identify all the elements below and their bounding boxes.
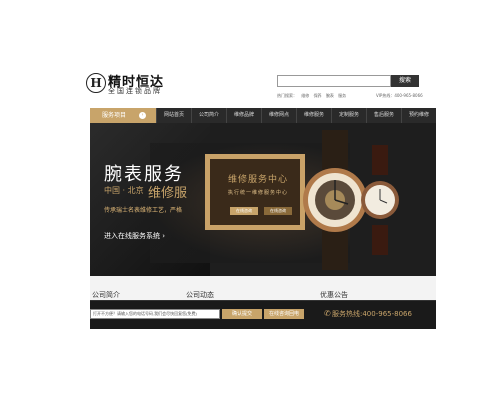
watch-image-small — [361, 145, 399, 255]
vip-hotline: VIP热线：400-965-8066 — [376, 93, 423, 98]
news-heading[interactable]: 公司动态 — [186, 290, 214, 300]
about-heading[interactable]: 公司简介 — [92, 290, 120, 300]
phone-input[interactable] — [90, 309, 220, 319]
nav-item-repair[interactable]: 维修服务 — [296, 108, 331, 123]
consult-button[interactable]: 在线咨询 — [230, 207, 258, 215]
nav-item-aftersales[interactable]: 售后服务 — [366, 108, 401, 123]
banner-tagline: 传承瑞士名表维修工艺，严格 — [104, 207, 183, 214]
hot-link[interactable]: 保养 — [314, 93, 322, 98]
logo-subtitle: 全国连锁品牌 — [108, 87, 162, 95]
chevron-right-icon: › — [139, 112, 146, 119]
hot-link[interactable]: 腕表 — [326, 93, 334, 98]
hot-link[interactable]: 服务 — [338, 93, 346, 98]
search-bar: 搜索 — [277, 75, 419, 87]
nav-items: 网站首页 公司简介 维修品牌 维修网点 维修服务 定制服务 售后服务 预约维修 — [156, 108, 436, 123]
site-logo[interactable]: H 精时恒达 全国连锁品牌 — [86, 71, 186, 99]
nav-item-brands[interactable]: 维修品牌 — [226, 108, 261, 123]
search-button[interactable]: 搜索 — [391, 75, 419, 87]
nav-item-outlets[interactable]: 维修网点 — [261, 108, 296, 123]
services-label: 服务项目 — [102, 112, 127, 119]
notice-heading[interactable]: 优惠公告 — [320, 290, 348, 300]
search-input[interactable] — [277, 75, 391, 87]
nav-item-home[interactable]: 网站首页 — [156, 108, 191, 123]
submit-button[interactable]: 确认提交 — [222, 309, 262, 319]
hot-links: 热门搜索： 维修 保养 腕表 服务 — [277, 93, 349, 99]
services-menu-button[interactable]: 服务项目 › — [90, 108, 156, 123]
service-center-title: 维修服务中心 — [228, 175, 289, 185]
hot-link: 热门搜索： — [277, 93, 297, 98]
hot-link[interactable]: 维修 — [301, 93, 309, 98]
nav-item-booking[interactable]: 预约维修 — [401, 108, 436, 123]
callback-button[interactable]: 在线咨询回电 — [264, 309, 304, 319]
logo-mark-icon: H — [86, 73, 106, 93]
main-nav: 服务项目 › 网站首页 公司简介 维修品牌 维修网点 维修服务 定制服务 售后服… — [90, 108, 436, 123]
phone-icon: ✆ — [324, 309, 331, 318]
consult-button-secondary[interactable]: 在线咨询 — [264, 207, 292, 215]
banner-city: 中国 · 北京 — [104, 186, 144, 195]
nav-item-custom[interactable]: 定制服务 — [331, 108, 366, 123]
online-service-link[interactable]: 进入在线服务系统 › — [104, 231, 165, 241]
nav-item-about[interactable]: 公司简介 — [191, 108, 226, 123]
service-hotline: 服务热线:400-965-8066 — [332, 310, 412, 318]
service-center-line: 执行统一维修服务中心 — [228, 190, 289, 196]
banner-subtitle: 维修服 — [148, 186, 188, 201]
